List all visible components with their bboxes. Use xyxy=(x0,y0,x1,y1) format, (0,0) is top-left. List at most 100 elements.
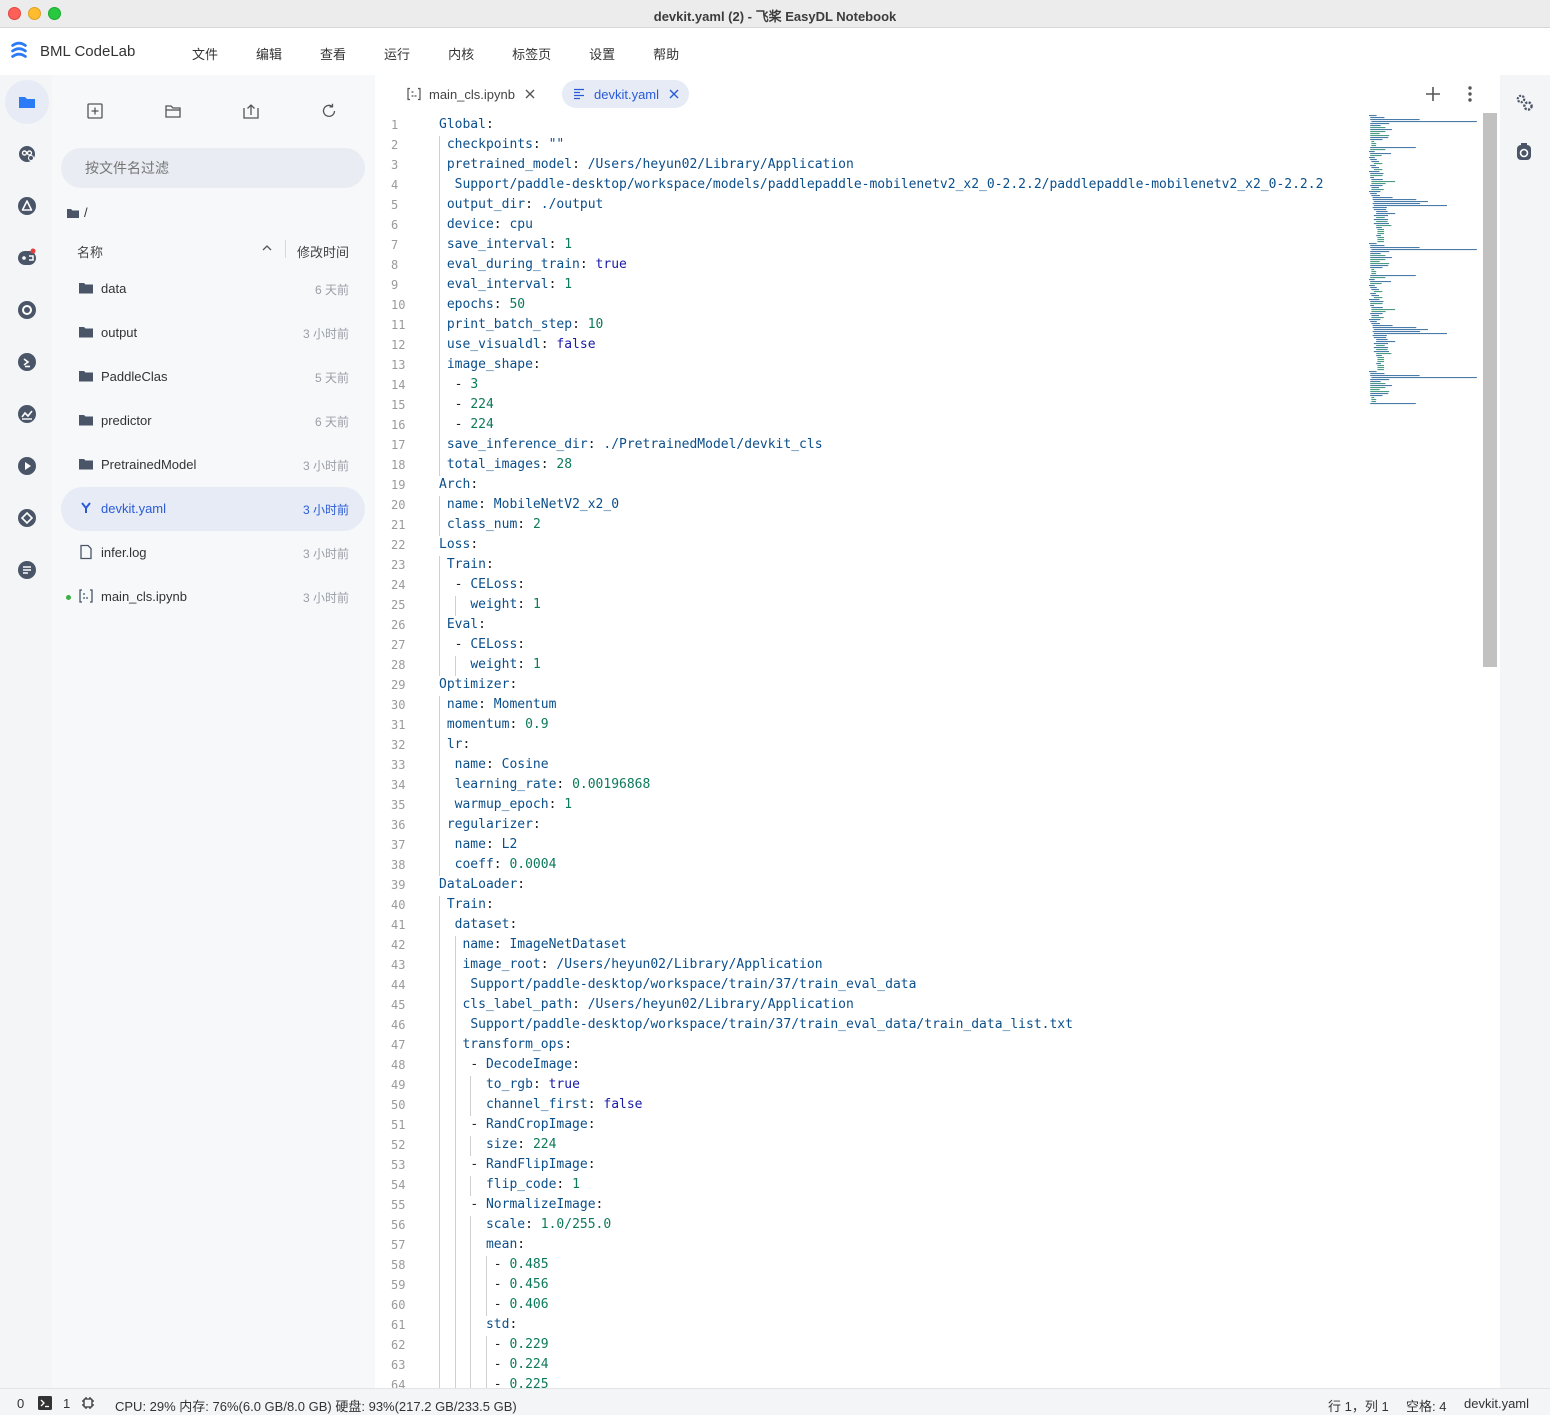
code-line[interactable]: 28 weight: 1 xyxy=(375,656,1365,676)
debugger-icon[interactable] xyxy=(1513,141,1535,163)
code-line[interactable]: 27 - CELoss: xyxy=(375,636,1365,656)
code-line[interactable]: 26 Eval: xyxy=(375,616,1365,636)
code-line[interactable]: 60 - 0.406 xyxy=(375,1296,1365,1316)
code-line[interactable]: 16 - 224 xyxy=(375,416,1365,436)
activity-deploy-button[interactable] xyxy=(5,496,49,540)
code-line[interactable]: 14 - 3 xyxy=(375,376,1365,396)
tab-devkit-yaml[interactable]: devkit.yaml xyxy=(562,80,690,108)
code-line[interactable]: 25 weight: 1 xyxy=(375,596,1365,616)
code-line[interactable]: 41 dataset: xyxy=(375,916,1365,936)
code-line[interactable]: 10 epochs: 50 xyxy=(375,296,1365,316)
code-line[interactable]: 2 checkpoints: "" xyxy=(375,136,1365,156)
code-line[interactable]: 39 DataLoader: xyxy=(375,876,1365,896)
code-line[interactable]: 54 flip_code: 1 xyxy=(375,1176,1365,1196)
code-line[interactable]: 9 eval_interval: 1 xyxy=(375,276,1365,296)
code-line[interactable]: 44 Support/paddle-desktop/workspace/trai… xyxy=(375,976,1365,996)
code-line[interactable]: 17 save_inference_dir: ./PretrainedModel… xyxy=(375,436,1365,456)
code-line[interactable]: 4 Support/paddle-desktop/workspace/model… xyxy=(375,176,1365,196)
refresh-button[interactable] xyxy=(315,97,343,125)
terminal-count[interactable]: 1 xyxy=(63,1396,70,1411)
code-line[interactable]: 50 channel_first: false xyxy=(375,1096,1365,1116)
code-line[interactable]: 33 name: Cosine xyxy=(375,756,1365,776)
file-row-devkit-yaml[interactable]: devkit.yaml 3 小时前 xyxy=(61,487,365,531)
code-line[interactable]: 37 name: L2 xyxy=(375,836,1365,856)
code-line[interactable]: 49 to_rgb: true xyxy=(375,1076,1365,1096)
code-line[interactable]: 56 scale: 1.0/255.0 xyxy=(375,1216,1365,1236)
code-line[interactable]: 45 cls_label_path: /Users/heyun02/Librar… xyxy=(375,996,1365,1016)
new-folder-button[interactable] xyxy=(159,97,187,125)
code-line[interactable]: 20 name: MobileNetV2_x2_0 xyxy=(375,496,1365,516)
code-line[interactable]: 5 output_dir: ./output xyxy=(375,196,1365,216)
code-line[interactable]: 61 std: xyxy=(375,1316,1365,1336)
code-line[interactable]: 11 print_batch_step: 10 xyxy=(375,316,1365,336)
vertical-scrollbar[interactable] xyxy=(1483,113,1497,667)
code-line[interactable]: 53 - RandFlipImage: xyxy=(375,1156,1365,1176)
activity-run-button[interactable] xyxy=(5,444,49,488)
file-row-paddleclas[interactable]: PaddleClas 5 天前 xyxy=(61,355,365,399)
close-icon[interactable] xyxy=(669,89,679,99)
file-row-output[interactable]: output 3 小时前 xyxy=(61,311,365,355)
new-file-button[interactable] xyxy=(81,97,109,125)
code-editor[interactable]: 1 Global: 2 checkpoints: "" 3 pretrained_mo… xyxy=(375,113,1483,1388)
file-row-predictor[interactable]: predictor 6 天前 xyxy=(61,399,365,443)
menu-tabs[interactable]: 标签页 xyxy=(512,44,551,63)
activity-terminal-button[interactable] xyxy=(5,340,49,384)
code-line[interactable]: 3 pretrained_model: /Users/heyun02/Libra… xyxy=(375,156,1365,176)
code-line[interactable]: 23 Train: xyxy=(375,556,1365,576)
code-line[interactable]: 62 - 0.229 xyxy=(375,1336,1365,1356)
code-line[interactable]: 21 class_num: 2 xyxy=(375,516,1365,536)
code-line[interactable]: 35 warmup_epoch: 1 xyxy=(375,796,1365,816)
code-line[interactable]: 13 image_shape: xyxy=(375,356,1365,376)
code-line[interactable]: 36 regularizer: xyxy=(375,816,1365,836)
settings-gear-icon[interactable] xyxy=(1513,91,1535,113)
code-line[interactable]: 51 - RandCropImage: xyxy=(375,1116,1365,1136)
code-line[interactable]: 15 - 224 xyxy=(375,396,1365,416)
code-line[interactable]: 40 Train: xyxy=(375,896,1365,916)
column-modified-header[interactable]: 修改时间 xyxy=(297,242,349,261)
activity-docs-button[interactable] xyxy=(5,548,49,592)
tab-main-cls-ipynb[interactable]: main_cls.ipynb xyxy=(397,80,545,108)
code-line[interactable]: 12 use_visualdl: false xyxy=(375,336,1365,356)
code-line[interactable]: 29 Optimizer: xyxy=(375,676,1365,696)
code-line[interactable]: 43 image_root: /Users/heyun02/Library/Ap… xyxy=(375,956,1365,976)
menu-run[interactable]: 运行 xyxy=(384,44,410,63)
activity-extensions-button[interactable] xyxy=(5,132,49,176)
menu-kernel[interactable]: 内核 xyxy=(448,44,474,63)
more-vertical-icon[interactable] xyxy=(1460,84,1480,104)
menu-help[interactable]: 帮助 xyxy=(653,44,679,63)
code-line[interactable]: 63 - 0.224 xyxy=(375,1356,1365,1376)
code-line[interactable]: 32 lr: xyxy=(375,736,1365,756)
code-line[interactable]: 46 Support/paddle-desktop/workspace/trai… xyxy=(375,1016,1365,1036)
breadcrumb[interactable]: / xyxy=(66,205,88,220)
activity-running-button[interactable] xyxy=(5,288,49,332)
code-line[interactable]: 42 name: ImageNetDataset xyxy=(375,936,1365,956)
activity-files-button[interactable] xyxy=(5,80,49,124)
code-line[interactable]: 59 - 0.456 xyxy=(375,1276,1365,1296)
file-row-pretrainedmodel[interactable]: PretrainedModel 3 小时前 xyxy=(61,443,365,487)
close-icon[interactable] xyxy=(525,89,535,99)
kernel-count[interactable]: 0 xyxy=(17,1396,24,1411)
code-line[interactable]: 24 - CELoss: xyxy=(375,576,1365,596)
code-line[interactable]: 22 Loss: xyxy=(375,536,1365,556)
code-line[interactable]: 52 size: 224 xyxy=(375,1136,1365,1156)
menu-edit[interactable]: 编辑 xyxy=(256,44,282,63)
code-line[interactable]: 55 - NormalizeImage: xyxy=(375,1196,1365,1216)
menu-file[interactable]: 文件 xyxy=(192,44,218,63)
upload-button[interactable] xyxy=(237,97,265,125)
menu-settings[interactable]: 设置 xyxy=(589,44,615,63)
indent-setting[interactable]: 空格: 4 xyxy=(1406,1396,1446,1415)
chevron-up-icon[interactable] xyxy=(260,241,274,255)
file-row-infer-log[interactable]: infer.log 3 小时前 xyxy=(61,531,365,575)
code-line[interactable]: 19 Arch: xyxy=(375,476,1365,496)
code-line[interactable]: 48 - DecodeImage: xyxy=(375,1056,1365,1076)
code-line[interactable]: 18 total_images: 28 xyxy=(375,456,1365,476)
code-line[interactable]: 58 - 0.485 xyxy=(375,1256,1365,1276)
code-line[interactable]: 31 momentum: 0.9 xyxy=(375,716,1365,736)
code-line[interactable]: 34 learning_rate: 0.00196868 xyxy=(375,776,1365,796)
code-line[interactable]: 64 - 0.225 xyxy=(375,1376,1365,1388)
file-row-data[interactable]: data 6 天前 xyxy=(61,267,365,311)
code-line[interactable]: 38 coeff: 0.0004 xyxy=(375,856,1365,876)
cursor-position[interactable]: 行 1，列 1 xyxy=(1328,1396,1389,1415)
code-line[interactable]: 1 Global: xyxy=(375,116,1365,136)
activity-chart-button[interactable] xyxy=(5,392,49,436)
